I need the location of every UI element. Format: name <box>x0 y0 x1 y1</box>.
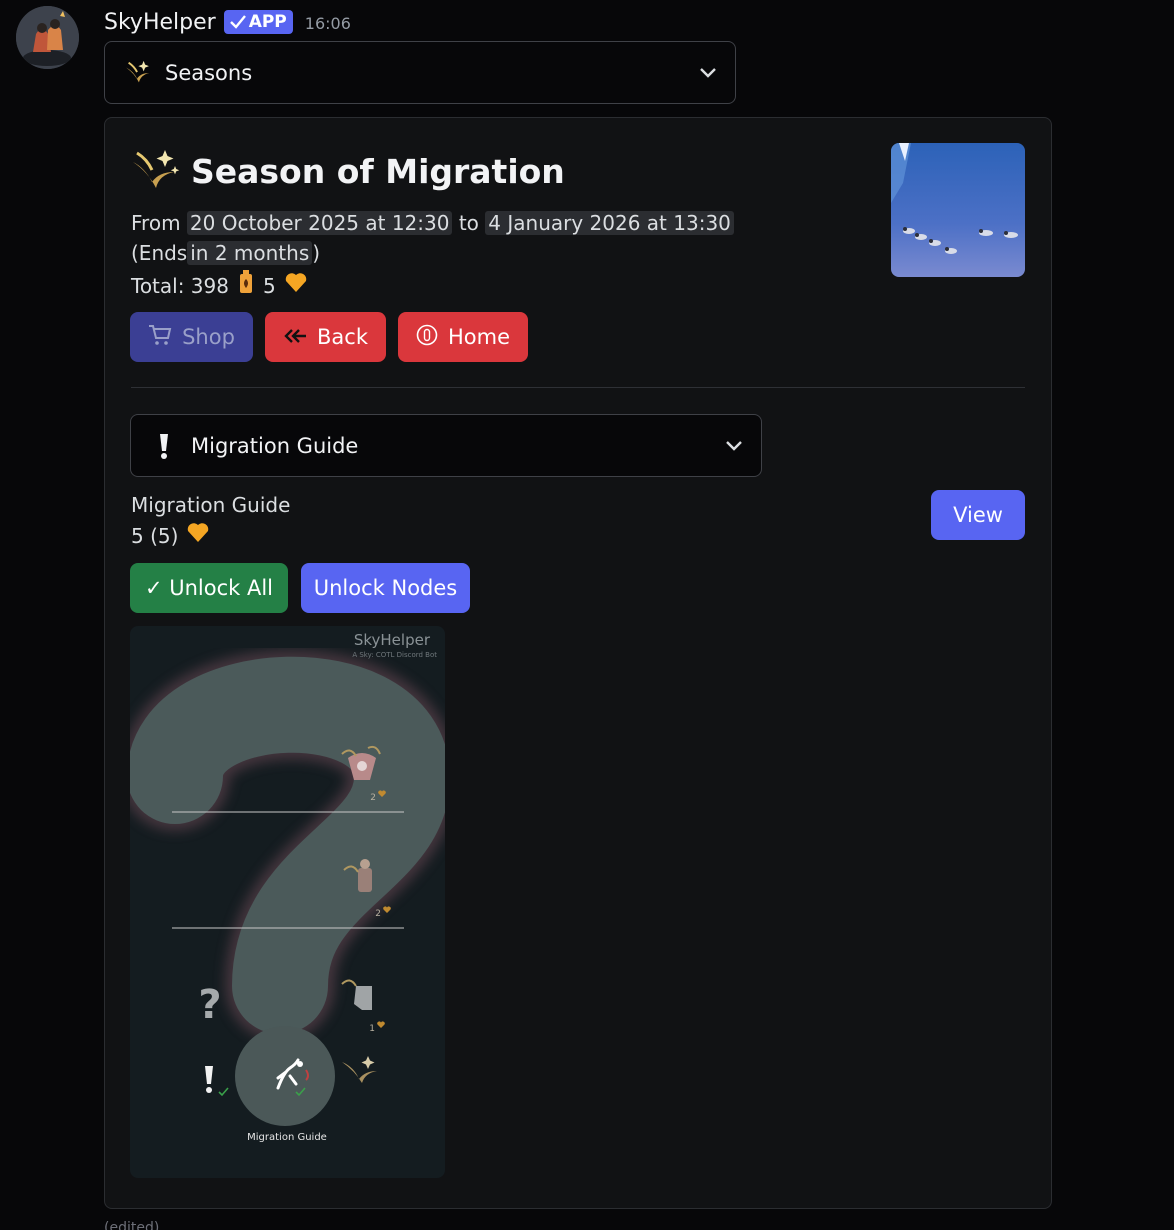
checkmark-icon <box>229 15 246 29</box>
candle-icon <box>237 269 255 303</box>
ends-prefix: (Ends <box>131 241 188 265</box>
back-button[interactable]: Back <box>265 312 386 362</box>
ends-suffix: ) <box>312 241 321 265</box>
chevron-down-icon <box>725 437 743 455</box>
avatar-image <box>16 6 79 69</box>
tree-node-cost: 1 <box>369 1024 375 1034</box>
home-icon <box>416 324 438 351</box>
message-header: SkyHelper APP 16:06 <box>104 6 351 38</box>
season-embed: Season of Migration From 20 October 2025… <box>104 117 1052 1209</box>
edited-label: (edited) <box>104 1220 160 1230</box>
tree-watermark-title: SkyHelper <box>354 631 431 649</box>
season-total: Total: 398 5 <box>131 269 308 303</box>
tree-node-cost: 2 <box>375 909 381 919</box>
ends-relative[interactable]: in 2 months <box>187 241 313 265</box>
double-arrow-left-icon <box>283 325 307 349</box>
season-dates: From 20 October 2025 at 12:30 to 4 Janua… <box>131 208 811 268</box>
unlock-nodes-button[interactable]: Unlock Nodes <box>301 563 470 613</box>
seasons-select-label: Seasons <box>165 60 253 85</box>
guide-select-label: Migration Guide <box>191 433 359 458</box>
guide-select[interactable]: Migration Guide <box>130 414 762 477</box>
shop-button[interactable]: Shop <box>130 312 253 362</box>
shop-button-label: Shop <box>182 325 235 349</box>
season-title: Season of Migration <box>191 151 565 191</box>
season-thumbnail-image <box>891 143 1025 277</box>
embed-divider <box>131 387 1025 388</box>
timestamp: 16:06 <box>304 14 351 33</box>
date-start[interactable]: 20 October 2025 at 12:30 <box>186 211 453 235</box>
season-icon <box>123 57 153 89</box>
chevron-down-icon <box>699 64 717 82</box>
tree-watermark-subtitle: A Sky: COTL Discord Bot <box>352 651 437 659</box>
total-label: Total: 398 <box>131 274 229 298</box>
season-thumbnail[interactable] <box>891 143 1025 277</box>
back-button-label: Back <box>317 325 368 349</box>
exclamation-icon <box>149 432 179 460</box>
app-badge-label: APP <box>248 12 287 32</box>
date-from-prefix: From <box>131 211 181 235</box>
embed-title: Season of Migration <box>131 146 565 196</box>
date-to: to <box>458 211 479 235</box>
guide-cost: 5 (5) <box>131 521 210 551</box>
total-hearts: 5 <box>262 274 276 298</box>
heart-icon <box>186 521 210 551</box>
svg-text:?: ? <box>198 982 221 1028</box>
spirit-tree-image[interactable]: SkyHelper A Sky: COTL Discord Bot 2 2 1 … <box>130 626 445 1178</box>
question-mark-icon: ? <box>198 982 221 1028</box>
seasons-select[interactable]: Seasons <box>104 41 736 104</box>
tree-node-cost: 2 <box>370 793 376 803</box>
heart-icon <box>284 271 308 301</box>
spirit-tree-graphic: SkyHelper A Sky: COTL Discord Bot 2 2 1 … <box>130 631 445 1143</box>
view-button[interactable]: View <box>931 490 1025 540</box>
avatar[interactable] <box>16 6 79 69</box>
season-icon <box>131 146 181 196</box>
exclamation-node-icon <box>205 1066 229 1097</box>
app-badge: APP <box>223 10 293 34</box>
tree-caption: Migration Guide <box>247 1132 327 1143</box>
season-node-icon <box>342 1056 377 1083</box>
home-button[interactable]: Home <box>398 312 528 362</box>
tree-node-boots: 1 <box>341 979 385 1034</box>
date-end[interactable]: 4 January 2026 at 13:30 <box>485 211 734 235</box>
cart-icon <box>148 324 172 351</box>
author-name[interactable]: SkyHelper <box>104 10 216 35</box>
guide-name: Migration Guide <box>131 493 291 517</box>
home-button-label: Home <box>447 325 510 349</box>
guide-cost-value: 5 (5) <box>131 524 179 548</box>
unlock-all-button[interactable]: ✓ Unlock All <box>130 563 288 613</box>
